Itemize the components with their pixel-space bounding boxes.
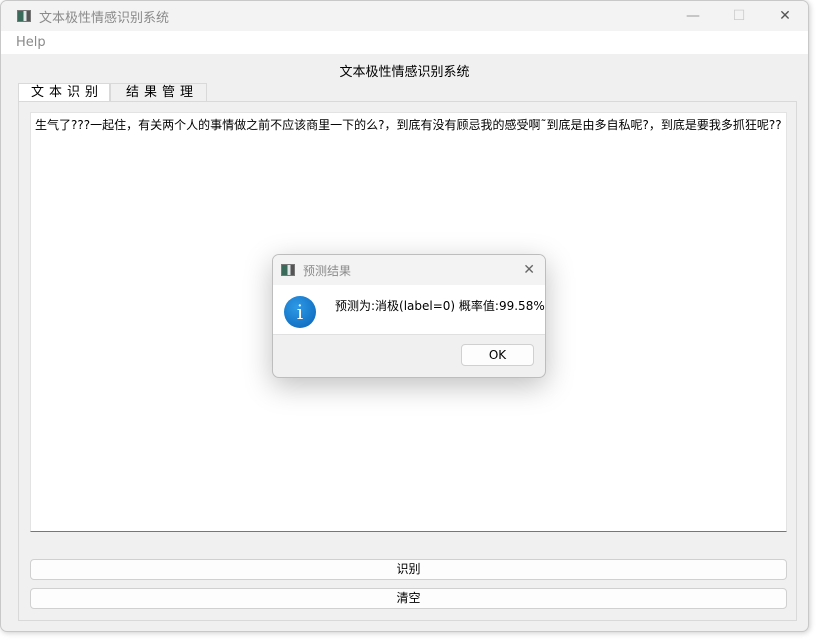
- dialog-body: i 预测为:消极(label=0) 概率值:99.58%: [273, 285, 545, 335]
- close-button[interactable]: ✕: [762, 1, 808, 31]
- dialog-title-bar: 预测结果 ✕: [273, 255, 545, 285]
- ok-button[interactable]: OK: [461, 344, 534, 366]
- window-title: 文本极性情感识别系统: [39, 10, 170, 26]
- title-bar: 文本极性情感识别系统 — ☐ ✕: [1, 1, 808, 31]
- app-icon: [17, 10, 31, 22]
- tab-result-management[interactable]: 结果管理: [110, 83, 207, 102]
- menu-bar: Help: [1, 31, 808, 54]
- dialog-title: 预测结果: [303, 263, 352, 278]
- menu-help[interactable]: Help: [16, 35, 46, 50]
- recognize-button[interactable]: 识别: [30, 559, 787, 580]
- maximize-button[interactable]: ☐: [716, 1, 762, 31]
- result-dialog: 预测结果 ✕ i 预测为:消极(label=0) 概率值:99.58% OK: [272, 254, 546, 378]
- dialog-app-icon: [281, 264, 295, 276]
- tab-text-recognition[interactable]: 文本识别: [18, 83, 110, 103]
- info-icon: i: [284, 296, 316, 328]
- minimize-button[interactable]: —: [670, 1, 716, 31]
- page-title: 文本极性情感识别系统: [339, 65, 470, 80]
- dialog-message: 预测为:消极(label=0) 概率值:99.58%: [335, 299, 545, 313]
- clear-button[interactable]: 清空: [30, 588, 787, 609]
- dialog-close-button[interactable]: ✕: [523, 262, 535, 278]
